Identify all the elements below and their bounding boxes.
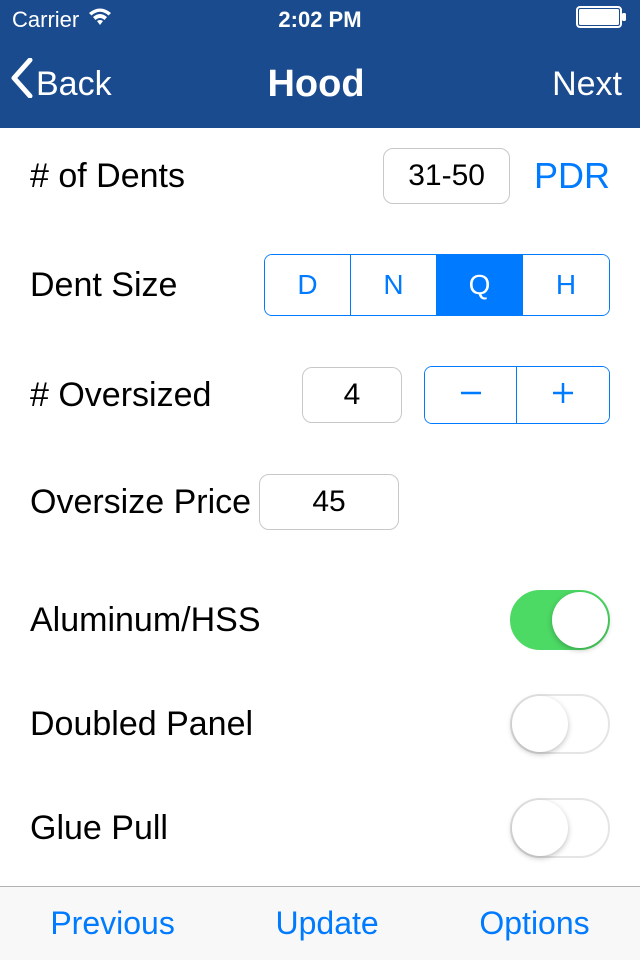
aluminum-label: Aluminum/HSS: [30, 601, 510, 640]
wifi-icon: [87, 7, 113, 33]
page-title: Hood: [214, 63, 418, 106]
previous-button[interactable]: Previous: [50, 905, 175, 942]
row-glue: Glue Pull: [30, 798, 610, 858]
carrier-label: Carrier: [12, 7, 79, 33]
status-bar: Carrier 2:02 PM: [0, 0, 640, 40]
toggle-knob: [552, 592, 608, 648]
doubled-label: Doubled Panel: [30, 705, 510, 744]
status-time: 2:02 PM: [217, 7, 422, 33]
row-dent-size: Dent Size D N Q H: [30, 254, 610, 316]
glue-label: Glue Pull: [30, 809, 510, 848]
row-dents: # of Dents 31-50 PDR: [30, 148, 610, 204]
size-option-d[interactable]: D: [265, 255, 351, 315]
oversized-value[interactable]: 4: [302, 367, 402, 423]
bottom-toolbar: Previous Update Options: [0, 886, 640, 960]
price-value[interactable]: 45: [259, 474, 399, 530]
glue-toggle[interactable]: [510, 798, 610, 858]
battery-icon: [576, 6, 628, 34]
dent-size-segmented: D N Q H: [264, 254, 610, 316]
stepper-plus[interactable]: [517, 367, 609, 423]
plus-icon: [549, 379, 577, 412]
options-button[interactable]: Options: [479, 905, 589, 942]
chevron-left-icon: [10, 58, 34, 106]
back-button[interactable]: Back: [10, 62, 214, 106]
size-option-q[interactable]: Q: [437, 255, 523, 315]
back-label: Back: [36, 65, 112, 104]
status-left: Carrier: [12, 7, 217, 33]
update-button[interactable]: Update: [276, 905, 379, 942]
doubled-toggle[interactable]: [510, 694, 610, 754]
size-option-h[interactable]: H: [523, 255, 609, 315]
nav-bar: Back Hood Next: [0, 40, 640, 128]
status-right: [423, 6, 628, 34]
size-option-n[interactable]: N: [351, 255, 437, 315]
stepper-minus[interactable]: [425, 367, 517, 423]
pdr-link[interactable]: PDR: [534, 155, 610, 197]
dents-label: # of Dents: [30, 157, 383, 196]
next-button[interactable]: Next: [418, 65, 630, 104]
row-doubled: Doubled Panel: [30, 694, 610, 754]
row-aluminum: Aluminum/HSS: [30, 590, 610, 650]
minus-icon: [457, 379, 485, 412]
oversized-stepper: [424, 366, 610, 424]
toggle-knob: [512, 696, 568, 752]
content-area: # of Dents 31-50 PDR Dent Size D N Q H #…: [0, 128, 640, 888]
aluminum-toggle[interactable]: [510, 590, 610, 650]
price-label: Oversize Price: [30, 483, 251, 522]
dents-value[interactable]: 31-50: [383, 148, 510, 204]
dent-size-label: Dent Size: [30, 266, 264, 305]
toggle-knob: [512, 800, 568, 856]
row-oversized: # Oversized 4: [30, 366, 610, 424]
row-oversize-price: Oversize Price 45: [30, 474, 610, 530]
